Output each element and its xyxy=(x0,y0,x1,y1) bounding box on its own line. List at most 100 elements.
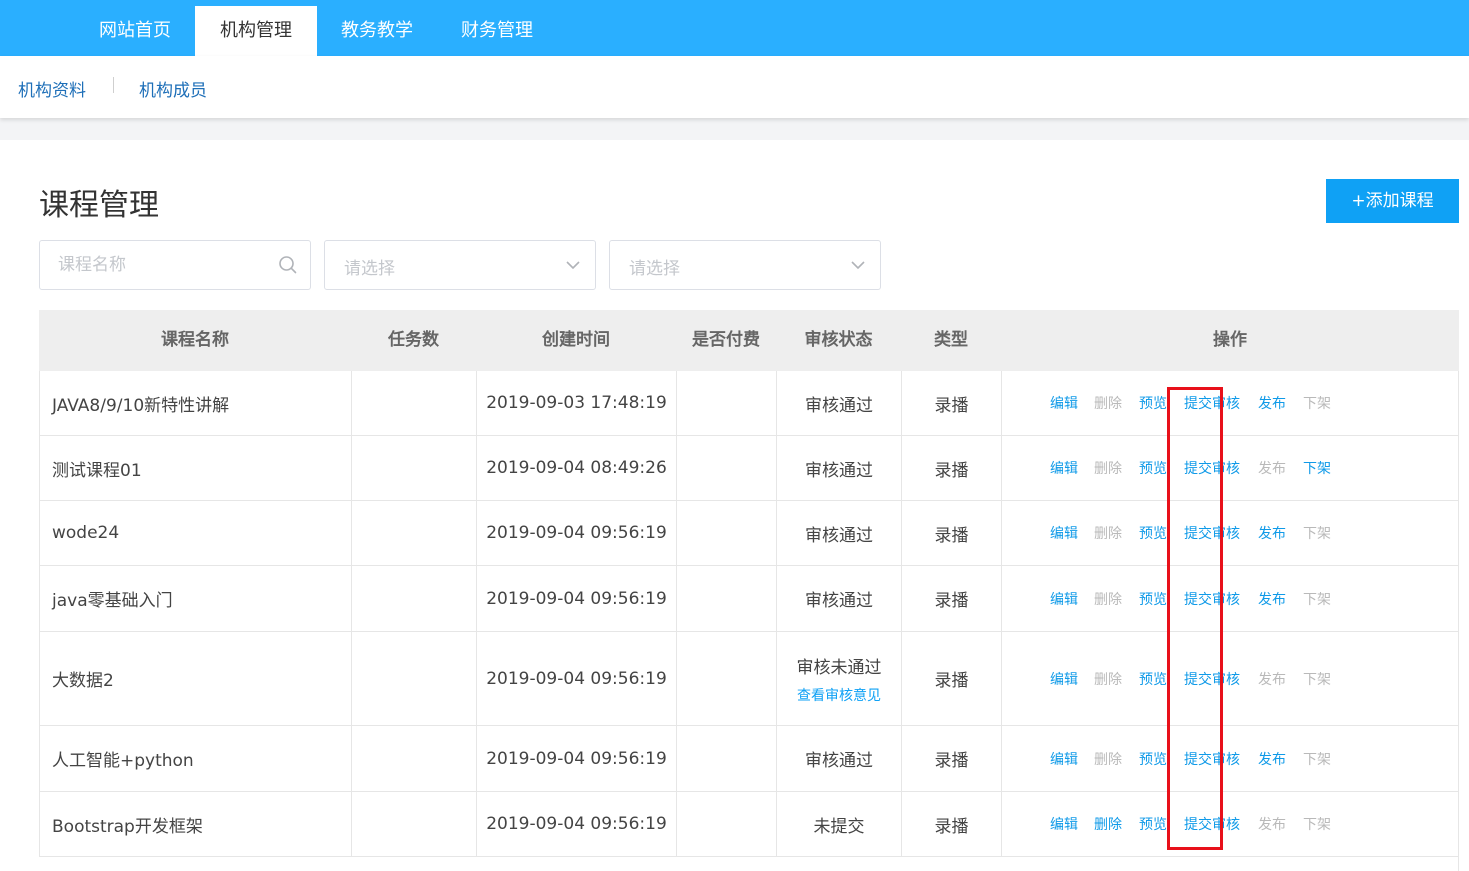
sub-nav-org-members[interactable]: 机构成员 xyxy=(139,76,207,101)
sub-nav-divider xyxy=(113,77,114,93)
publish-button[interactable]: 发布 xyxy=(1258,589,1286,609)
header-paid: 是否付费 xyxy=(692,330,760,350)
cell-course-name: Bootstrap开发框架 xyxy=(39,792,351,856)
table-row: JAVA8/9/10新特性讲解 2019-09-03 17:48:19 审核通过 录播… xyxy=(39,371,1459,436)
cell-paid xyxy=(676,501,776,565)
cell-task-count xyxy=(351,436,476,500)
cell-task-count xyxy=(351,566,476,631)
preview-button[interactable]: 预览 xyxy=(1139,523,1167,543)
publish-button[interactable]: 发布 xyxy=(1258,749,1286,769)
chevron-down-icon xyxy=(566,261,580,270)
publish-button[interactable]: 发布 xyxy=(1258,669,1286,689)
submit-review-button[interactable]: 提交审核 xyxy=(1184,523,1240,543)
course-search-input[interactable] xyxy=(40,241,310,289)
filter-select-1[interactable]: 请选择 xyxy=(324,240,596,290)
status-text: 审核通过 xyxy=(805,395,873,416)
cell-actions: 编辑 删除 预览 提交审核 发布 下架 xyxy=(1001,792,1459,856)
cell-created-time: 2019-09-04 09:56:19 xyxy=(476,501,676,565)
cell-review-status: 未提交 xyxy=(776,792,901,856)
sub-nav: 机构资料 机构成员 xyxy=(0,56,1469,118)
cell-task-count xyxy=(351,632,476,725)
submit-review-button[interactable]: 提交审核 xyxy=(1184,814,1240,834)
cell-paid xyxy=(676,436,776,500)
edit-button[interactable]: 编辑 xyxy=(1050,749,1078,769)
table-border xyxy=(1458,371,1459,871)
delete-button[interactable]: 删除 xyxy=(1094,814,1122,834)
edit-button[interactable]: 编辑 xyxy=(1050,393,1078,413)
tab-org-management[interactable]: 机构管理 xyxy=(195,6,317,56)
table-row: 测试课程01 2019-09-04 08:49:26 审核通过 录播 编辑 删除 预览 提交审… xyxy=(39,436,1459,501)
unpublish-button[interactable]: 下架 xyxy=(1303,523,1331,543)
tab-teaching[interactable]: 教务教学 xyxy=(317,6,437,56)
status-text: 审核未通过 xyxy=(796,657,882,678)
status-text: 审核通过 xyxy=(805,525,873,546)
section-separator xyxy=(0,118,1469,140)
unpublish-button[interactable]: 下架 xyxy=(1303,814,1331,834)
delete-button[interactable]: 删除 xyxy=(1094,749,1122,769)
tab-home[interactable]: 网站首页 xyxy=(75,6,195,56)
preview-button[interactable]: 预览 xyxy=(1139,814,1167,834)
cell-type: 录播 xyxy=(901,726,1001,791)
filter-select-2[interactable]: 请选择 xyxy=(609,240,881,290)
view-review-comments-link[interactable]: 查看审核意见 xyxy=(797,685,881,705)
publish-button[interactable]: 发布 xyxy=(1258,458,1286,478)
cell-review-status: 审核通过 xyxy=(776,436,901,500)
publish-button[interactable]: 发布 xyxy=(1258,814,1286,834)
cell-review-status: 审核通过 xyxy=(776,501,901,565)
cell-review-status: 审核通过 xyxy=(776,726,901,791)
cell-course-name: java零基础入门 xyxy=(39,566,351,631)
edit-button[interactable]: 编辑 xyxy=(1050,458,1078,478)
cell-paid xyxy=(676,792,776,856)
status-text: 审核通过 xyxy=(805,751,873,771)
cell-task-count xyxy=(351,726,476,791)
preview-button[interactable]: 预览 xyxy=(1139,749,1167,769)
delete-button[interactable]: 删除 xyxy=(1094,458,1122,478)
unpublish-button[interactable]: 下架 xyxy=(1303,458,1331,478)
cell-paid xyxy=(676,566,776,631)
table-header: 课程名称 任务数 创建时间 是否付费 审核状态 类型 操作 xyxy=(39,310,1459,371)
delete-button[interactable]: 删除 xyxy=(1094,589,1122,609)
header-task-count: 任务数 xyxy=(388,330,439,350)
preview-button[interactable]: 预览 xyxy=(1139,669,1167,689)
delete-button[interactable]: 删除 xyxy=(1094,393,1122,413)
edit-button[interactable]: 编辑 xyxy=(1050,814,1078,834)
publish-button[interactable]: 发布 xyxy=(1258,523,1286,543)
delete-button[interactable]: 删除 xyxy=(1094,523,1122,543)
submit-review-button[interactable]: 提交审核 xyxy=(1184,669,1240,689)
header-actions: 操作 xyxy=(1213,330,1247,350)
edit-button[interactable]: 编辑 xyxy=(1050,523,1078,543)
cell-paid xyxy=(676,632,776,725)
unpublish-button[interactable]: 下架 xyxy=(1303,749,1331,769)
publish-button[interactable]: 发布 xyxy=(1258,393,1286,413)
cell-created-time: 2019-09-04 09:56:19 xyxy=(476,566,676,631)
cell-course-name: 人工智能+python xyxy=(39,726,351,791)
preview-button[interactable]: 预览 xyxy=(1139,458,1167,478)
sub-nav-org-profile[interactable]: 机构资料 xyxy=(18,76,86,101)
submit-review-button[interactable]: 提交审核 xyxy=(1184,589,1240,609)
search-icon[interactable] xyxy=(278,255,298,275)
edit-button[interactable]: 编辑 xyxy=(1050,589,1078,609)
unpublish-button[interactable]: 下架 xyxy=(1303,669,1331,689)
header-course-name: 课程名称 xyxy=(161,330,229,350)
cell-actions: 编辑 删除 预览 提交审核 发布 下架 xyxy=(1001,501,1459,565)
tab-finance[interactable]: 财务管理 xyxy=(437,6,557,56)
submit-review-button[interactable]: 提交审核 xyxy=(1184,458,1240,478)
delete-button[interactable]: 删除 xyxy=(1094,669,1122,689)
submit-review-button[interactable]: 提交审核 xyxy=(1184,749,1240,769)
cell-type: 录播 xyxy=(901,371,1001,435)
cell-created-time: 2019-09-04 09:56:19 xyxy=(476,632,676,725)
cell-review-status: 审核通过 xyxy=(776,371,901,435)
cell-paid xyxy=(676,726,776,791)
unpublish-button[interactable]: 下架 xyxy=(1303,589,1331,609)
preview-button[interactable]: 预览 xyxy=(1139,393,1167,413)
add-course-button[interactable]: +添加课程 xyxy=(1326,179,1459,223)
preview-button[interactable]: 预览 xyxy=(1139,589,1167,609)
cell-actions: 编辑 删除 预览 提交审核 发布 下架 xyxy=(1001,566,1459,631)
edit-button[interactable]: 编辑 xyxy=(1050,669,1078,689)
cell-review-status: 审核未通过查看审核意见 xyxy=(776,632,901,725)
unpublish-button[interactable]: 下架 xyxy=(1303,393,1331,413)
cell-type: 录播 xyxy=(901,792,1001,856)
submit-review-button[interactable]: 提交审核 xyxy=(1184,393,1240,413)
cell-type: 录播 xyxy=(901,501,1001,565)
filter-select-1-placeholder: 请选择 xyxy=(344,259,395,279)
